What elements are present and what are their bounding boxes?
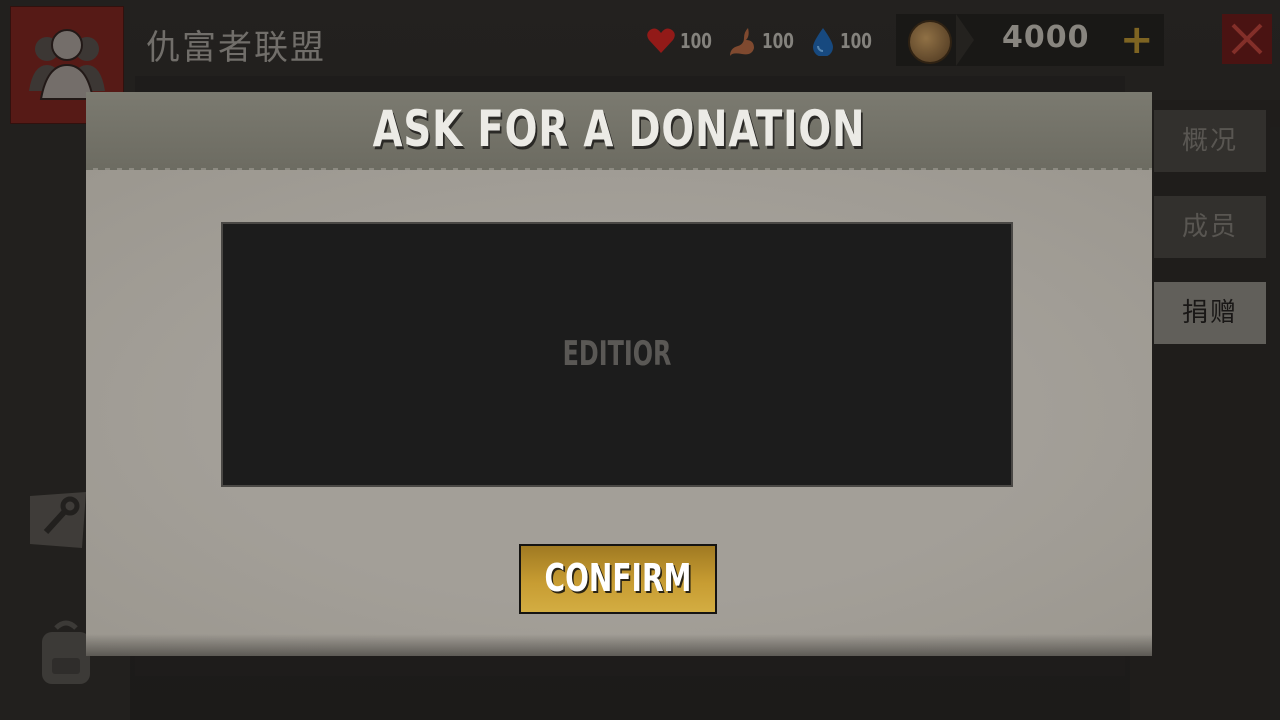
confirm-button[interactable]: CONFIRM (519, 544, 717, 614)
dialog-title: ASK FOR A DONATION (372, 100, 866, 158)
editor-placeholder: EDITIOR (562, 334, 672, 374)
confirm-label: CONFIRM (544, 556, 692, 600)
donation-dialog: ASK FOR A DONATION EDITIOR CONFIRM (86, 92, 1152, 656)
game-screen: 仇富者联盟 100 100 100 4000 + 概况 成员 捐赠 ASK FO… (0, 0, 1280, 720)
donation-message-editor[interactable]: EDITIOR (221, 222, 1013, 487)
dialog-header: ASK FOR A DONATION (86, 92, 1152, 176)
dialog-body: EDITIOR CONFIRM (86, 170, 1152, 656)
